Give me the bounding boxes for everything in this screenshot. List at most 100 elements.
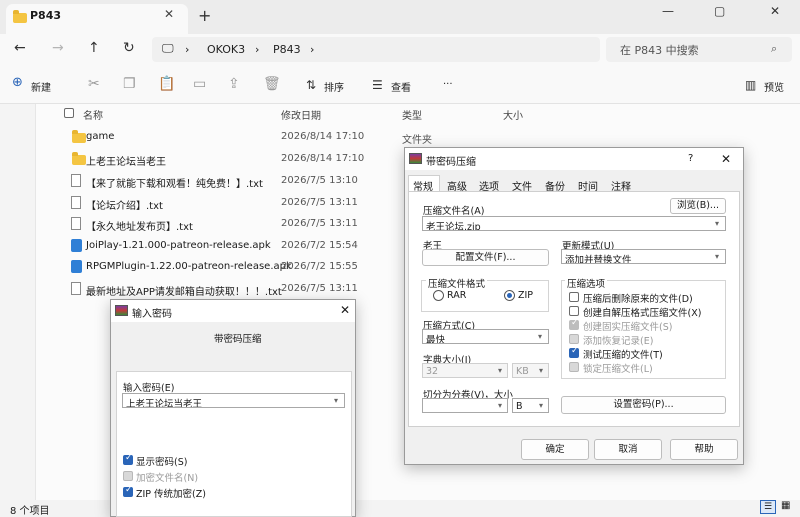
update-mode-select[interactable]: 添加并替换文件 bbox=[561, 249, 726, 264]
item-date: 2026/7/5 13:10 bbox=[281, 175, 358, 186]
chevron-down-icon[interactable]: ▾ bbox=[538, 332, 542, 341]
password-input[interactable]: 上老王论坛当老王 bbox=[122, 393, 345, 408]
format-rar-radio[interactable] bbox=[433, 290, 444, 301]
dictionary-select[interactable]: 32 bbox=[422, 363, 508, 378]
chevron-down-icon[interactable]: ▾ bbox=[715, 219, 719, 228]
show-password-checkbox[interactable] bbox=[123, 453, 133, 465]
chevron-down-icon[interactable]: ▾ bbox=[498, 401, 502, 410]
more-button[interactable]: ··· bbox=[443, 79, 453, 90]
new-button[interactable]: 新建 bbox=[31, 79, 51, 94]
archive-dialog-title: 带密码压缩 bbox=[426, 157, 476, 168]
zip-legacy-checkbox[interactable] bbox=[123, 485, 133, 497]
format-group-label: 压缩文件格式 bbox=[426, 276, 488, 290]
tiles-view-icon[interactable]: ▦ bbox=[781, 500, 790, 511]
split-unit-select[interactable]: B bbox=[512, 398, 549, 413]
list-item[interactable]: 最新地址及APP请发邮箱自动获取！！！.txt bbox=[86, 283, 282, 298]
help-icon[interactable]: ? bbox=[688, 153, 693, 164]
details-view-icon[interactable]: ☰ bbox=[760, 500, 776, 514]
tab-title: P843 bbox=[30, 9, 62, 22]
up-icon[interactable]: ↑ bbox=[88, 40, 100, 56]
breadcrumb-p843[interactable]: P843 bbox=[273, 43, 301, 56]
password-dialog-title: 输入密码 bbox=[132, 309, 172, 320]
search-icon[interactable]: ⌕ bbox=[771, 42, 777, 56]
list-item[interactable]: 【来了就能下载和观看！纯免费！】.txt bbox=[86, 175, 263, 190]
browse-button[interactable]: 浏览(B)... bbox=[670, 198, 726, 214]
folder-icon bbox=[13, 10, 27, 23]
sort-button[interactable]: 排序 bbox=[324, 79, 344, 94]
archive-name-input[interactable]: 老王论坛.zip bbox=[422, 216, 726, 231]
chevron-down-icon[interactable]: ▾ bbox=[715, 252, 719, 261]
lock-archive-label: 锁定压缩文件(L) bbox=[583, 364, 653, 375]
item-date: 2026/7/2 15:55 bbox=[281, 261, 358, 272]
share-icon[interactable]: ⇪ bbox=[228, 76, 240, 92]
computer-icon: 🖵 bbox=[162, 41, 174, 55]
folder-icon bbox=[72, 130, 86, 143]
column-type[interactable]: 类型 bbox=[402, 107, 422, 122]
close-dialog-icon[interactable]: ✕ bbox=[340, 303, 350, 317]
new-tab-icon[interactable]: + bbox=[198, 6, 211, 25]
maximize-icon[interactable]: ▢ bbox=[714, 4, 725, 18]
help-button[interactable]: 帮助 bbox=[670, 439, 738, 460]
column-size[interactable]: 大小 bbox=[503, 107, 523, 122]
profiles-button[interactable]: 配置文件(F)... bbox=[422, 249, 549, 266]
chevron-right-icon: › bbox=[255, 43, 260, 56]
delete-icon[interactable]: 🗑 bbox=[263, 76, 281, 92]
chevron-down-icon[interactable]: ▾ bbox=[498, 366, 502, 375]
password-input-label: 输入密码(E) bbox=[123, 383, 175, 394]
preview-icon: ▥ bbox=[745, 78, 757, 92]
refresh-icon[interactable]: ↻ bbox=[123, 40, 135, 56]
create-sfx-checkbox[interactable] bbox=[569, 306, 579, 316]
lock-archive-checkbox[interactable] bbox=[569, 362, 579, 372]
chevron-right-icon: › bbox=[185, 43, 190, 56]
back-icon[interactable]: ← bbox=[14, 40, 26, 56]
navigation-pane[interactable] bbox=[0, 104, 36, 500]
item-type: 文件夹 bbox=[402, 135, 432, 146]
column-date[interactable]: 修改日期 bbox=[281, 107, 321, 122]
view-button[interactable]: 查看 bbox=[391, 79, 411, 94]
breadcrumb-okok3[interactable]: OKOK3 bbox=[207, 43, 245, 56]
select-all-checkbox[interactable] bbox=[64, 108, 74, 118]
list-item[interactable]: 【永久地址发布页】.txt bbox=[86, 218, 193, 233]
chevron-down-icon[interactable]: ▾ bbox=[539, 366, 543, 375]
search-input[interactable]: 在 P843 中搜索 bbox=[620, 42, 699, 58]
show-password-label: 显示密码(S) bbox=[136, 457, 188, 468]
options-group-label: 压缩选项 bbox=[565, 276, 608, 290]
encrypt-names-checkbox[interactable] bbox=[123, 471, 133, 481]
cancel-button[interactable]: 取消 bbox=[594, 439, 662, 460]
winrar-icon bbox=[115, 305, 128, 316]
item-date: 2026/7/5 13:11 bbox=[281, 283, 358, 294]
cut-icon[interactable]: ✂ bbox=[88, 76, 100, 92]
forward-icon[interactable]: → bbox=[52, 40, 64, 56]
list-item[interactable]: 【论坛介绍】.txt bbox=[86, 197, 163, 212]
recovery-record-checkbox[interactable] bbox=[569, 334, 579, 344]
list-item[interactable]: game bbox=[86, 131, 114, 142]
ok-button[interactable]: 确定 bbox=[521, 439, 589, 460]
preview-button[interactable]: 预览 bbox=[764, 79, 784, 94]
solid-archive-checkbox[interactable] bbox=[569, 318, 579, 330]
set-password-button[interactable]: 设置密码(P)... bbox=[561, 396, 726, 414]
split-size-input[interactable] bbox=[422, 398, 508, 413]
paste-icon[interactable]: 📋 bbox=[158, 76, 175, 92]
chevron-down-icon[interactable]: ▾ bbox=[334, 396, 338, 405]
rename-icon[interactable]: ▭ bbox=[193, 76, 206, 92]
copy-icon[interactable]: ❐ bbox=[123, 76, 136, 92]
format-zip-radio[interactable] bbox=[504, 290, 515, 301]
method-select[interactable]: 最快 bbox=[422, 329, 549, 344]
list-item[interactable]: RPGMPlugin-1.22.00-patreon-release.apk bbox=[86, 261, 292, 272]
delete-after-checkbox[interactable] bbox=[569, 292, 579, 302]
new-icon[interactable]: ⊕ bbox=[12, 75, 23, 90]
close-window-icon[interactable]: ✕ bbox=[770, 4, 780, 18]
item-count: 8 个项目 bbox=[10, 506, 50, 517]
chevron-down-icon[interactable]: ▾ bbox=[539, 401, 543, 410]
column-name[interactable]: 名称 bbox=[83, 107, 103, 122]
test-files-checkbox[interactable] bbox=[569, 346, 579, 358]
archive-name-label: 压缩文件名(A) bbox=[423, 206, 485, 217]
chevron-right-icon: › bbox=[310, 43, 315, 56]
list-item[interactable]: 上老王论坛当老王 bbox=[86, 153, 166, 168]
list-item[interactable]: JoiPlay-1.21.000-patreon-release.apk bbox=[86, 240, 271, 251]
text-file-icon bbox=[71, 282, 81, 295]
close-dialog-icon[interactable]: ✕ bbox=[721, 152, 731, 166]
close-tab-icon[interactable]: ✕ bbox=[164, 7, 174, 21]
minimize-icon[interactable]: — bbox=[662, 4, 674, 18]
dictionary-unit-select[interactable]: KB bbox=[512, 363, 549, 378]
